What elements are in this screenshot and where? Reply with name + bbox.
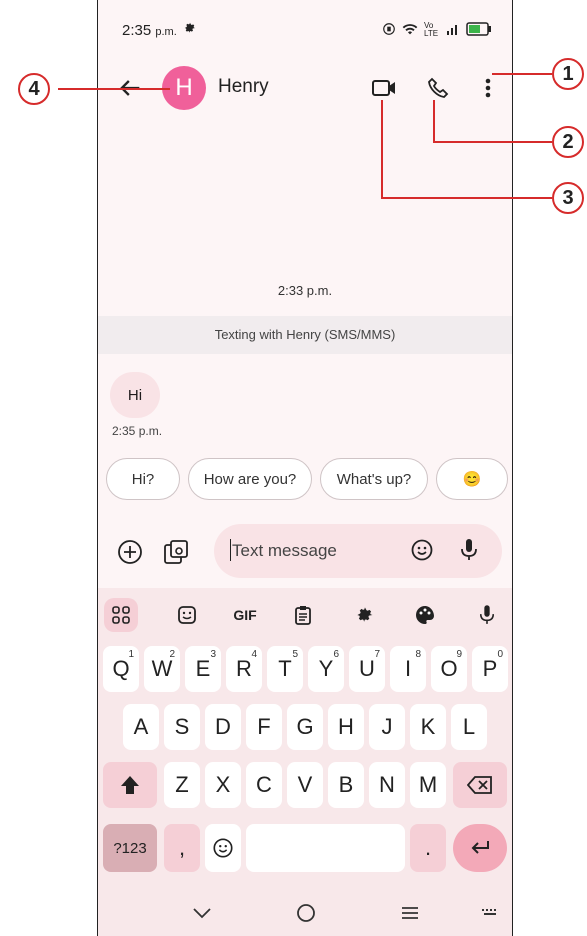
text-message-field[interactable]: Text message (214, 524, 502, 578)
key-k[interactable]: K (410, 704, 446, 750)
emoji-key[interactable] (205, 824, 241, 872)
text-caret (230, 539, 231, 561)
callout-3: 3 (552, 182, 584, 214)
key-f[interactable]: F (246, 704, 282, 750)
keyboard: GIF Q1 W2 E3 R4 T5 Y6 U7 I8 O9 P0 A S D (98, 588, 512, 936)
contact-name[interactable]: Henry (218, 76, 269, 98)
key-x[interactable]: X (205, 762, 241, 808)
key-j[interactable]: J (369, 704, 405, 750)
key-l[interactable]: L (451, 704, 487, 750)
gif-button[interactable]: GIF (228, 598, 262, 632)
emoji-icon[interactable] (410, 538, 434, 567)
settings-icon[interactable] (348, 598, 382, 632)
key-e[interactable]: E3 (185, 646, 221, 692)
suggestion-chip[interactable]: What's up? (320, 458, 428, 500)
message-time: 2:35 p.m. (112, 424, 163, 438)
key-v[interactable]: V (287, 762, 323, 808)
emoji-icon (213, 838, 233, 858)
callout-line-1 (492, 73, 552, 75)
callout-line-2b (433, 141, 552, 143)
key-s[interactable]: S (164, 704, 200, 750)
nav-home-icon[interactable] (292, 899, 320, 927)
thread-timestamp: 2:33 p.m. (277, 283, 333, 298)
key-y[interactable]: Y6 (308, 646, 344, 692)
more-options-icon[interactable] (474, 74, 502, 102)
callout-1: 1 (552, 58, 584, 90)
gear-icon (183, 21, 197, 39)
comma-key[interactable]: , (164, 824, 200, 872)
enter-key[interactable] (453, 824, 507, 872)
key-g[interactable]: G (287, 704, 323, 750)
callout-line-4 (58, 88, 170, 90)
key-i[interactable]: I8 (390, 646, 426, 692)
callout-2: 2 (552, 126, 584, 158)
callout-line-2a (433, 100, 435, 142)
wifi-icon (402, 22, 418, 39)
video-call-icon[interactable] (370, 74, 398, 102)
battery-icon (466, 21, 492, 39)
microphone-icon[interactable] (460, 538, 478, 567)
nav-recents-icon[interactable] (396, 899, 424, 927)
gallery-icon[interactable] (162, 538, 190, 566)
shift-icon (121, 776, 139, 794)
key-m[interactable]: M (410, 762, 446, 808)
key-z[interactable]: Z (164, 762, 200, 808)
add-icon[interactable] (116, 538, 144, 566)
shift-key[interactable] (103, 762, 157, 808)
message-bubble[interactable]: Hi (110, 372, 160, 418)
key-t[interactable]: T5 (267, 646, 303, 692)
backspace-key[interactable] (453, 762, 507, 808)
key-a[interactable]: A (123, 704, 159, 750)
vibrate-icon (382, 22, 396, 39)
callout-line-3a (381, 100, 383, 198)
voice-input-icon[interactable] (470, 598, 504, 632)
suggestion-chip[interactable]: How are you? (188, 458, 312, 500)
palette-icon[interactable] (408, 598, 442, 632)
key-u[interactable]: U7 (349, 646, 385, 692)
space-key[interactable] (246, 824, 405, 872)
sticker-icon[interactable] (170, 598, 204, 632)
key-o[interactable]: O9 (431, 646, 467, 692)
enter-icon (471, 841, 489, 854)
compose-bar: Text message (98, 524, 512, 580)
key-q[interactable]: Q1 (103, 646, 139, 692)
callout-4: 4 (18, 73, 50, 105)
key-b[interactable]: B (328, 762, 364, 808)
clipboard-icon[interactable] (286, 598, 320, 632)
text-message-placeholder: Text message (232, 541, 337, 560)
key-r[interactable]: R4 (226, 646, 262, 692)
backspace-icon (467, 776, 492, 794)
key-c[interactable]: C (246, 762, 282, 808)
message-text: Hi (127, 386, 143, 404)
key-n[interactable]: N (369, 762, 405, 808)
key-p[interactable]: P0 (472, 646, 508, 692)
key-d[interactable]: D (205, 704, 241, 750)
phone-call-icon[interactable] (424, 74, 452, 102)
status-time: 2:35 p.m. (122, 21, 177, 39)
network-label: Vo LTE (424, 21, 439, 38)
nav-bar (98, 893, 512, 933)
keyboard-toolbar: GIF (98, 594, 512, 634)
suggestion-chip[interactable]: 😊 (436, 458, 508, 500)
symbols-key[interactable]: ?123 (103, 824, 157, 872)
key-w[interactable]: W2 (144, 646, 180, 692)
callout-line-3b (381, 197, 552, 199)
apps-grid-icon[interactable] (104, 598, 138, 632)
keyboard-switch-icon[interactable] (476, 899, 504, 927)
period-key[interactable]: . (410, 824, 446, 872)
sms-banner: Texting with Henry (SMS/MMS) (98, 316, 512, 354)
key-h[interactable]: H (328, 704, 364, 750)
nav-back-icon[interactable] (188, 899, 216, 927)
suggestion-chip[interactable]: Hi? (106, 458, 180, 500)
suggestion-chips: Hi? How are you? What's up? 😊 (106, 458, 508, 500)
signal-icon (446, 22, 460, 39)
status-bar: 2:35 p.m. Vo LTE (122, 18, 492, 42)
